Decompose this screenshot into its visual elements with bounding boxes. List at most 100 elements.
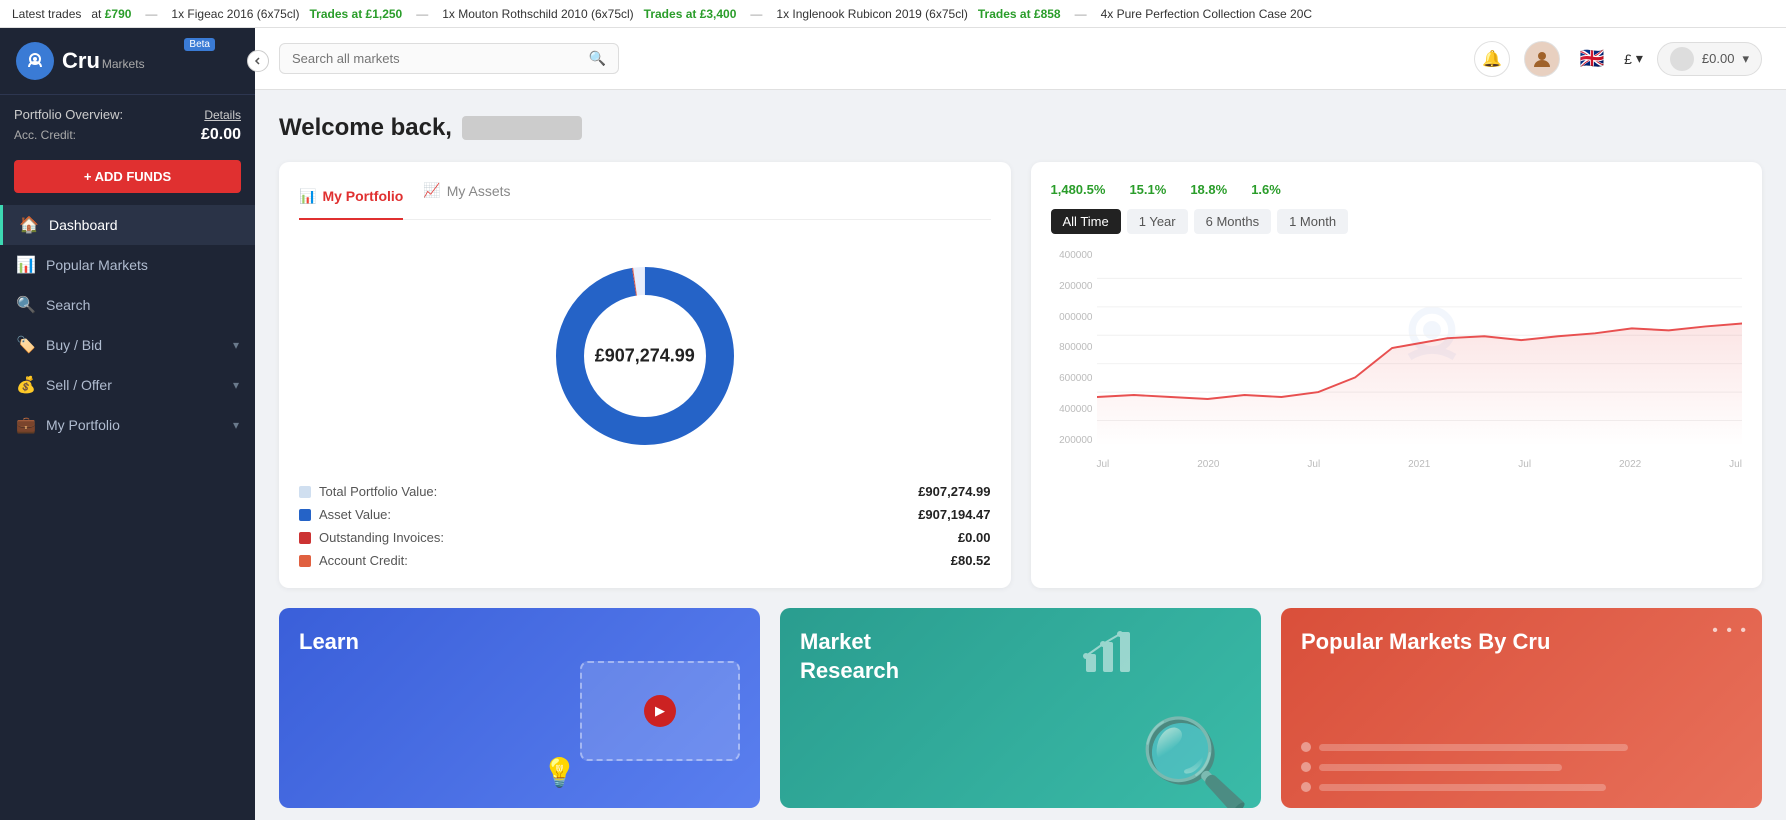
bottom-cards-grid: Learn ▶ 💡 MarketResearch <box>279 608 1762 808</box>
sidebar-item-label: Sell / Offer <box>46 377 233 393</box>
account-value: £0.00 <box>1702 51 1735 66</box>
learn-card-title: Learn <box>299 628 740 657</box>
chart-area: 400000 200000 000000 800000 600000 40000… <box>1051 250 1743 470</box>
sidebar-item-my-portfolio[interactable]: 💼 My Portfolio ▾ <box>0 405 255 445</box>
chart-timeframe-buttons: All Time 1 Year 6 Months 1 Month <box>1051 209 1743 234</box>
sidebar-item-search[interactable]: 🔍 Search <box>0 285 255 325</box>
timeframe-6months[interactable]: 6 Months <box>1194 209 1271 234</box>
donut-chart-container: £907,274.99 <box>299 236 991 476</box>
legend-dot-invoices <box>299 532 311 544</box>
portfolio-legend: Total Portfolio Value: £907,274.99 Asset… <box>299 484 991 568</box>
legend-item-asset: Asset Value: £907,194.47 <box>299 507 991 522</box>
learn-card[interactable]: Learn ▶ 💡 <box>279 608 760 808</box>
legend-item-credit: Account Credit: £80.52 <box>299 553 991 568</box>
ticker-label: Latest trades <box>12 7 81 21</box>
sidebar-logo: Cru Markets Beta <box>0 28 255 95</box>
welcome-heading: Welcome back, <box>279 114 1762 142</box>
chart-stats: 1,480.5% 15.1% 18.8% 1.6% <box>1051 182 1743 197</box>
chevron-down-icon: ▾ <box>233 338 239 352</box>
stat-1year: 15.1% <box>1129 182 1166 197</box>
research-decoration: 🔍 <box>1139 713 1251 808</box>
sidebar-item-popular-markets[interactable]: 📊 Popular Markets <box>0 245 255 285</box>
play-button: ▶ <box>644 695 676 727</box>
beta-badge: Beta <box>184 38 215 51</box>
portfolio-overview-label: Portfolio Overview: <box>14 107 123 122</box>
sidebar-item-buy-bid[interactable]: 🏷️ Buy / Bid ▾ <box>0 325 255 365</box>
acc-credit-label: Acc. Credit: <box>14 128 76 142</box>
research-card[interactable]: MarketResearch 🔍 <box>780 608 1261 808</box>
chart-card: 1,480.5% 15.1% 18.8% 1.6% All Time 1 Yea… <box>1031 162 1763 588</box>
currency-selector[interactable]: £ ▾ <box>1624 50 1643 67</box>
research-card-title: MarketResearch <box>800 628 1241 685</box>
notifications-button[interactable]: 🔔 <box>1474 41 1510 77</box>
add-funds-button[interactable]: + ADD FUNDS <box>14 160 241 193</box>
search-icon: 🔍 <box>589 50 606 67</box>
account-button[interactable]: £0.00 ▾ <box>1657 42 1762 76</box>
ticker-content: Latest trades at £790 — 1x Figeac 2016 (… <box>0 7 1324 21</box>
language-flag[interactable]: 🇬🇧 <box>1574 41 1610 77</box>
chart-x-labels: Jul 2020 Jul 2021 Jul 2022 Jul <box>1097 459 1743 470</box>
sidebar-item-label: Dashboard <box>49 217 239 233</box>
portfolio-card: 📊 My Portfolio 📈 My Assets <box>279 162 1011 588</box>
timeframe-1year[interactable]: 1 Year <box>1127 209 1188 234</box>
profile-avatar[interactable] <box>1524 41 1560 77</box>
legend-item-total: Total Portfolio Value: £907,274.99 <box>299 484 991 499</box>
portfolio-tabs: 📊 My Portfolio 📈 My Assets <box>299 182 991 220</box>
sell-offer-icon: 💰 <box>16 375 36 395</box>
chevron-down-icon: ▾ <box>1742 51 1749 67</box>
sidebar-collapse-button[interactable] <box>247 50 269 72</box>
logo-markets: Markets <box>102 57 145 71</box>
header: 🔍 🔔 🇬🇧 £ ▾ <box>255 28 1786 90</box>
my-portfolio-icon: 💼 <box>16 415 36 435</box>
research-card-content: MarketResearch <box>780 608 1261 705</box>
main-content: 🔍 🔔 🇬🇧 £ ▾ <box>255 28 1786 820</box>
stat-1month: 1.6% <box>1251 182 1281 197</box>
header-icons: 🔔 🇬🇧 £ ▾ £0.00 ▾ <box>1474 41 1762 77</box>
sidebar-item-label: Search <box>46 297 239 313</box>
tab-my-portfolio[interactable]: 📊 My Portfolio <box>299 182 403 220</box>
sidebar-item-label: Popular Markets <box>46 257 239 273</box>
buy-bid-icon: 🏷️ <box>16 335 36 355</box>
search-icon: 🔍 <box>16 295 36 315</box>
stat-6months: 18.8% <box>1190 182 1227 197</box>
search-input[interactable] <box>292 51 589 66</box>
portfolio-chart-svg <box>1097 250 1743 446</box>
ticker-bar: Latest trades at £790 — 1x Figeac 2016 (… <box>0 0 1786 28</box>
search-box[interactable]: 🔍 <box>279 43 619 74</box>
tab-my-assets[interactable]: 📈 My Assets <box>423 182 510 207</box>
chevron-down-icon: ▾ <box>233 418 239 432</box>
chevron-down-icon: ▾ <box>233 378 239 392</box>
sidebar-item-sell-offer[interactable]: 💰 Sell / Offer ▾ <box>0 365 255 405</box>
logo-text: Cru <box>62 48 100 74</box>
donut-center-value: £907,274.99 <box>595 346 695 367</box>
chart-y-labels: 400000 200000 000000 800000 600000 40000… <box>1051 250 1097 446</box>
sidebar-item-label: My Portfolio <box>46 417 233 433</box>
popular-list-decoration <box>1301 742 1742 792</box>
timeframe-1month[interactable]: 1 Month <box>1277 209 1348 234</box>
bar-chart-icon: 📊 <box>299 188 316 205</box>
portfolio-overview-section: Portfolio Overview: Details Acc. Credit:… <box>0 95 255 160</box>
account-avatar <box>1670 47 1694 71</box>
dashboard-grid: 📊 My Portfolio 📈 My Assets <box>279 162 1762 588</box>
sidebar-item-dashboard[interactable]: 🏠 Dashboard <box>0 205 255 245</box>
sidebar-item-label: Buy / Bid <box>46 337 233 353</box>
donut-wrapper: £907,274.99 <box>545 256 745 456</box>
popular-card-title: Popular Markets By Cru <box>1301 628 1742 657</box>
portfolio-details-link[interactable]: Details <box>204 108 241 122</box>
username-blur <box>462 116 582 140</box>
acc-credit-value: £0.00 <box>201 126 241 144</box>
chevron-down-icon: ▾ <box>1636 50 1643 67</box>
page-content: Welcome back, 📊 My Portfolio 📈 My Assets <box>255 90 1786 820</box>
learn-card-content: Learn <box>279 608 760 677</box>
legend-item-invoices: Outstanding Invoices: £0.00 <box>299 530 991 545</box>
sidebar: Cru Markets Beta Portfolio Overview: Det… <box>0 28 255 820</box>
dashboard-icon: 🏠 <box>19 215 39 235</box>
legend-dot-credit <box>299 555 311 567</box>
cru-logo-icon <box>16 42 54 80</box>
stat-all-time: 1,480.5% <box>1051 182 1106 197</box>
nav-items: 🏠 Dashboard 📊 Popular Markets 🔍 Search 🏷… <box>0 205 255 820</box>
assets-icon: 📈 <box>423 182 440 199</box>
bulb-icon: 💡 <box>542 756 577 789</box>
popular-markets-card[interactable]: Popular Markets By Cru • • • <box>1281 608 1762 808</box>
timeframe-all-time[interactable]: All Time <box>1051 209 1121 234</box>
